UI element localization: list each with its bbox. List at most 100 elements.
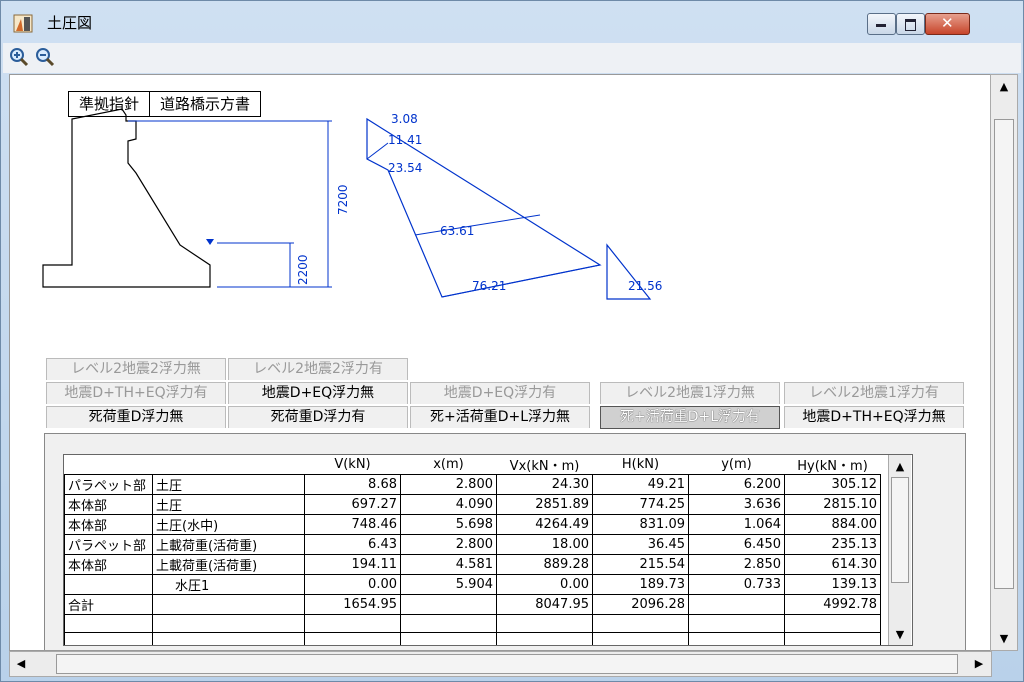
table-cell[interactable] <box>64 632 153 645</box>
table-row[interactable]: 本体部 土圧(水中) 748.46 5.698 4264.49 831.09 1.064 88… <box>64 514 881 535</box>
table-cell[interactable]: 5.698 <box>400 514 497 535</box>
table-cell[interactable] <box>152 594 305 615</box>
horizontal-scroll-thumb[interactable] <box>56 654 958 674</box>
zoom-out-icon[interactable] <box>35 47 55 67</box>
table-cell[interactable]: 2096.28 <box>592 594 689 615</box>
table-cell[interactable] <box>592 632 689 645</box>
table-row[interactable]: パラペット部 上載荷重(活荷重) 6.43 2.800 18.00 36.45 6.450 2… <box>64 534 881 555</box>
table-cell[interactable]: 49.21 <box>592 474 689 495</box>
tab-row3-4[interactable]: 死+活荷重D+L浮力有 <box>600 406 780 429</box>
table-cell[interactable]: 合計 <box>64 594 153 615</box>
grid-scroll-up-icon[interactable]: ▲ <box>889 455 911 477</box>
tab-row3-5[interactable]: 地震D+TH+EQ浮力無 <box>784 406 964 428</box>
table-cell[interactable]: 8047.95 <box>496 594 593 615</box>
table-cell[interactable]: 6.450 <box>688 534 785 555</box>
table-cell[interactable] <box>592 614 689 633</box>
table-row[interactable] <box>64 614 881 633</box>
scroll-up-icon[interactable]: ▲ <box>993 75 1015 97</box>
table-cell[interactable]: 5.904 <box>400 574 497 595</box>
table-cell[interactable] <box>400 594 497 615</box>
table-cell[interactable] <box>400 632 497 645</box>
table-cell[interactable]: 本体部 <box>64 554 153 575</box>
table-cell[interactable]: 24.30 <box>496 474 593 495</box>
table-cell[interactable]: 0.00 <box>496 574 593 595</box>
table-cell[interactable]: 2815.10 <box>784 494 881 515</box>
table-cell[interactable]: 4264.49 <box>496 514 593 535</box>
results-grid[interactable]: V(kN) x(m) Vx(kN・m) H(kN) y(m) Hy(kN・m) … <box>63 454 913 646</box>
table-cell[interactable]: 2.800 <box>400 474 497 495</box>
table-cell[interactable]: 土圧(水中) <box>152 514 305 535</box>
table-cell[interactable]: 6.200 <box>688 474 785 495</box>
close-button[interactable]: ✕ <box>925 13 970 35</box>
table-cell[interactable]: 土圧 <box>152 474 305 495</box>
table-cell[interactable]: 4992.78 <box>784 594 881 615</box>
table-cell[interactable]: 6.43 <box>304 534 401 555</box>
table-cell[interactable]: 3.636 <box>688 494 785 515</box>
table-row[interactable]: 水圧1 0.00 5.904 0.00 189.73 0.733 139.13 <box>64 574 881 595</box>
table-cell[interactable]: 235.13 <box>784 534 881 555</box>
tab-row3-2[interactable]: 死荷重D浮力有 <box>228 406 408 428</box>
table-cell[interactable]: 上載荷重(活荷重) <box>152 554 305 575</box>
table-cell[interactable]: パラペット部 <box>64 474 153 495</box>
vertical-scroll-thumb[interactable] <box>994 119 1014 589</box>
table-cell[interactable] <box>688 632 785 645</box>
table-row[interactable]: 合計 1654.95 8047.95 2096.28 4992.78 <box>64 594 881 615</box>
grid-scrollbar[interactable]: ▲ ▼ <box>888 455 911 645</box>
tab-row3-1[interactable]: 死荷重D浮力無 <box>46 406 226 428</box>
table-cell[interactable]: 889.28 <box>496 554 593 575</box>
table-cell[interactable]: 215.54 <box>592 554 689 575</box>
grid-scroll-down-icon[interactable]: ▼ <box>889 623 911 645</box>
table-cell[interactable]: 水圧1 <box>152 574 305 595</box>
horizontal-scrollbar[interactable]: ◀ ▶ <box>9 651 992 677</box>
table-cell[interactable] <box>152 632 305 645</box>
table-cell[interactable]: 2851.89 <box>496 494 593 515</box>
table-cell[interactable]: 189.73 <box>592 574 689 595</box>
vertical-scrollbar[interactable]: ▲ ▼ <box>990 74 1018 651</box>
table-cell[interactable] <box>784 614 881 633</box>
table-row[interactable] <box>64 632 881 645</box>
table-cell[interactable]: 748.46 <box>304 514 401 535</box>
scroll-right-icon[interactable]: ▶ <box>968 652 990 674</box>
table-cell[interactable]: 本体部 <box>64 494 153 515</box>
table-cell[interactable]: 697.27 <box>304 494 401 515</box>
table-row[interactable]: 本体部 上載荷重(活荷重) 194.11 4.581 889.28 215.54 2.850… <box>64 554 881 575</box>
table-cell[interactable]: パラペット部 <box>64 534 153 555</box>
table-cell[interactable] <box>496 614 593 633</box>
tab-row1-2[interactable]: レベル2地震2浮力有 <box>228 358 408 380</box>
scroll-down-icon[interactable]: ▼ <box>993 627 1015 649</box>
table-cell[interactable]: 8.68 <box>304 474 401 495</box>
table-cell[interactable]: 36.45 <box>592 534 689 555</box>
table-cell[interactable]: 18.00 <box>496 534 593 555</box>
table-cell[interactable]: 139.13 <box>784 574 881 595</box>
zoom-in-icon[interactable] <box>9 47 29 67</box>
table-cell[interactable] <box>496 632 593 645</box>
table-cell[interactable]: 1654.95 <box>304 594 401 615</box>
table-cell[interactable]: 0.00 <box>304 574 401 595</box>
table-cell[interactable] <box>400 614 497 633</box>
table-cell[interactable]: 4.581 <box>400 554 497 575</box>
table-cell[interactable] <box>64 574 153 595</box>
table-cell[interactable]: 4.090 <box>400 494 497 515</box>
table-cell[interactable] <box>64 614 153 633</box>
table-cell[interactable]: 305.12 <box>784 474 881 495</box>
grid-scroll-thumb[interactable] <box>891 477 909 583</box>
title-bar[interactable]: 土圧図 ✕ <box>1 1 1023 41</box>
table-row[interactable]: 本体部 土圧 697.27 4.090 2851.89 774.25 3.636 2815.1… <box>64 494 881 515</box>
table-cell[interactable]: 0.733 <box>688 574 785 595</box>
table-cell[interactable]: 831.09 <box>592 514 689 535</box>
table-cell[interactable] <box>304 632 401 645</box>
table-cell[interactable]: 土圧 <box>152 494 305 515</box>
table-cell[interactable]: 884.00 <box>784 514 881 535</box>
table-cell[interactable] <box>688 594 785 615</box>
table-cell[interactable]: 本体部 <box>64 514 153 535</box>
table-row[interactable]: パラペット部 土圧 8.68 2.800 24.30 49.21 6.200 305.12 <box>64 474 881 495</box>
tab-row1-1[interactable]: レベル2地震2浮力無 <box>46 358 226 380</box>
table-cell[interactable]: 774.25 <box>592 494 689 515</box>
tab-row2-5[interactable]: レベル2地震1浮力有 <box>784 382 964 404</box>
table-cell[interactable]: 2.800 <box>400 534 497 555</box>
table-cell[interactable]: 上載荷重(活荷重) <box>152 534 305 555</box>
table-cell[interactable] <box>152 614 305 633</box>
tab-row2-4[interactable]: レベル2地震1浮力無 <box>600 382 780 404</box>
tab-row3-3[interactable]: 死+活荷重D+L浮力無 <box>410 406 590 428</box>
table-cell[interactable]: 194.11 <box>304 554 401 575</box>
